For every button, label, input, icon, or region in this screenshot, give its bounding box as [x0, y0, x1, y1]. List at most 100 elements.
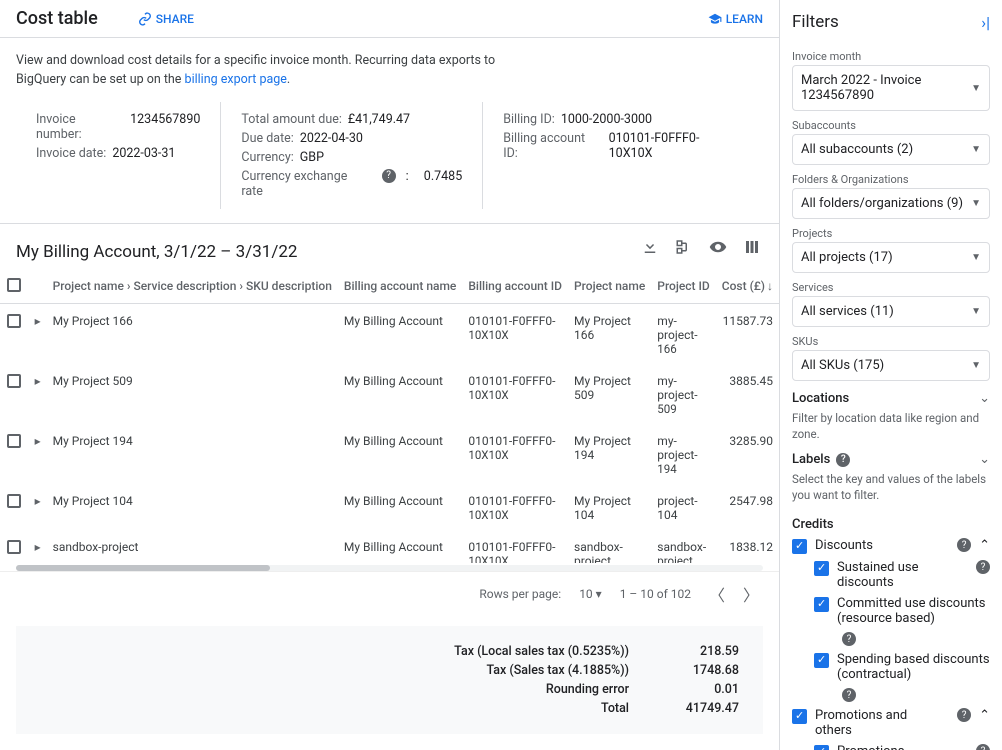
subaccounts-select[interactable]: All subaccounts (2)▼ [792, 134, 990, 165]
cost-cell: 11587.73 [716, 303, 779, 364]
caret-down-icon: ▼ [971, 83, 981, 94]
billing-account-name-cell: My Billing Account [338, 364, 462, 424]
totals-panel: Tax (Local sales tax (0.5235%))218.59 Ta… [16, 626, 763, 734]
table-row[interactable]: ▸My Project 509My Billing Account010101-… [0, 364, 779, 424]
project-id-cell: project-104 [651, 484, 715, 530]
billing-account-name-cell: My Billing Account [338, 303, 462, 364]
chevron-down-icon[interactable]: ⌄ [979, 452, 990, 467]
rows-per-page-select[interactable]: 10 ▾ [579, 587, 602, 601]
help-icon[interactable]: ? [957, 708, 971, 722]
project-id-cell: my-project-194 [651, 424, 715, 484]
columns-icon[interactable] [743, 238, 761, 256]
billing-export-link[interactable]: billing export page [185, 72, 287, 87]
promotions-checkbox[interactable] [792, 709, 807, 724]
billing-account-name-cell: My Billing Account [338, 484, 462, 530]
sort-desc-icon: ↓ [767, 279, 773, 293]
help-icon[interactable]: ? [957, 538, 971, 552]
skus-select[interactable]: All SKUs (175)▼ [792, 350, 990, 381]
project-hierarchy-cell: My Project 104 [47, 484, 338, 530]
project-hierarchy-cell: My Project 194 [47, 424, 338, 484]
row-checkbox[interactable] [7, 374, 21, 388]
locations-section[interactable]: Locations [792, 391, 849, 406]
expand-row-icon[interactable]: ▸ [35, 540, 41, 554]
project-id-cell: sandbox-project [651, 530, 715, 564]
project-name-cell: My Project 166 [568, 303, 651, 364]
table-row[interactable]: ▸My Project 166My Billing Account010101-… [0, 303, 779, 364]
chevron-up-icon[interactable]: ⌃ [979, 708, 990, 723]
intro-text: View and download cost details for a spe… [0, 38, 779, 98]
table-row[interactable]: ▸My Project 104My Billing Account010101-… [0, 484, 779, 530]
cost-cell: 1838.12 [716, 530, 779, 564]
labels-section[interactable]: Labels [792, 452, 830, 467]
expand-row-icon[interactable]: ▸ [35, 494, 41, 508]
invoice-summary: Invoice number:1234567890 Invoice date:2… [0, 98, 779, 224]
billing-account-name-cell: My Billing Account [338, 424, 462, 484]
next-page-button[interactable]: 〉 [743, 582, 759, 606]
col-cost[interactable]: Cost (£)↓ [716, 270, 779, 304]
expand-row-icon[interactable]: ▸ [35, 374, 41, 388]
expand-row-icon[interactable]: ▸ [35, 434, 41, 448]
account-date-range-title: My Billing Account, 3/1/22 – 3/31/22 [0, 224, 313, 270]
table-row[interactable]: ▸ My Project 194My Billing Account010101-… [0, 424, 779, 484]
col-billing-account-id[interactable]: Billing account ID [462, 270, 568, 304]
help-icon[interactable]: ? [976, 744, 990, 750]
project-hierarchy-cell: sandbox-project [47, 530, 338, 564]
chevron-up-icon[interactable]: ⌃ [979, 538, 990, 553]
spending-based-checkbox[interactable] [814, 653, 829, 668]
table-row[interactable]: ▸sandbox-projectMy Billing Account010101… [0, 530, 779, 564]
horizontal-scrollbar[interactable] [16, 565, 763, 571]
download-icon[interactable] [641, 238, 659, 256]
project-hierarchy-cell: My Project 166 [47, 303, 338, 364]
share-button[interactable]: SHARE [138, 12, 194, 26]
help-icon[interactable]: ? [842, 688, 856, 702]
billing-account-id-cell: 010101-F0FFF0-10X10X [462, 424, 568, 484]
committed-use-checkbox[interactable] [814, 597, 829, 612]
project-id-cell: my-project-166 [651, 303, 715, 364]
col-project-id[interactable]: Project ID [651, 270, 715, 304]
row-checkbox[interactable] [7, 434, 21, 448]
billing-account-id-cell: 010101-F0FFF0-10X10X [462, 530, 568, 564]
project-name-cell: My Project 104 [568, 484, 651, 530]
select-all-checkbox[interactable] [7, 278, 21, 292]
row-checkbox[interactable] [7, 540, 21, 554]
discounts-checkbox[interactable] [792, 539, 807, 554]
collapse-panel-icon[interactable]: ›| [981, 13, 990, 32]
visibility-icon[interactable] [709, 238, 727, 256]
graduation-cap-icon [708, 12, 722, 26]
row-checkbox[interactable] [7, 314, 21, 328]
table-pager: Rows per page: 10 ▾ 1 – 10 of 102 〈 〉 [0, 571, 779, 616]
cost-cell: 3885.45 [716, 364, 779, 424]
project-id-cell: my-project-509 [651, 364, 715, 424]
chevron-down-icon[interactable]: ⌄ [979, 391, 990, 406]
row-checkbox[interactable] [7, 494, 21, 508]
billing-account-id-cell: 010101-F0FFF0-10X10X [462, 484, 568, 530]
learn-button[interactable]: LEARN [708, 12, 763, 26]
cost-cell: 2547.98 [716, 484, 779, 530]
help-icon[interactable]: ? [836, 453, 850, 467]
prev-page-button[interactable]: 〈 [709, 582, 725, 606]
cost-cell: 3285.90 [716, 424, 779, 484]
invoice-month-select[interactable]: March 2022 - Invoice 1234567890▼ [792, 65, 990, 111]
help-icon[interactable]: ? [842, 632, 856, 646]
page-range: 1 – 10 of 102 [620, 587, 691, 601]
col-project-hierarchy[interactable]: Project name › Service description › SKU… [47, 270, 338, 304]
expand-tree-icon[interactable] [675, 238, 693, 256]
promotions-sub-checkbox[interactable] [814, 745, 829, 750]
project-name-cell: My Project 509 [568, 364, 651, 424]
services-select[interactable]: All services (11)▼ [792, 296, 990, 327]
billing-account-id-cell: 010101-F0FFF0-10X10X [462, 303, 568, 364]
help-icon[interactable]: ? [382, 169, 396, 183]
filters-title: Filters [792, 12, 839, 32]
folders-select[interactable]: All folders/organizations (9)▼ [792, 188, 990, 219]
project-hierarchy-cell: My Project 509 [47, 364, 338, 424]
expand-row-icon[interactable]: ▸ [35, 314, 41, 328]
sustained-use-checkbox[interactable] [814, 561, 829, 576]
link-icon [138, 12, 152, 26]
cost-table: Project name › Service description › SKU… [0, 270, 779, 564]
col-project-name[interactable]: Project name [568, 270, 651, 304]
help-icon[interactable]: ? [976, 560, 990, 574]
page-title: Cost table [16, 8, 98, 29]
billing-account-id-cell: 010101-F0FFF0-10X10X [462, 364, 568, 424]
col-billing-account-name[interactable]: Billing account name [338, 270, 462, 304]
projects-select[interactable]: All projects (17)▼ [792, 242, 990, 273]
